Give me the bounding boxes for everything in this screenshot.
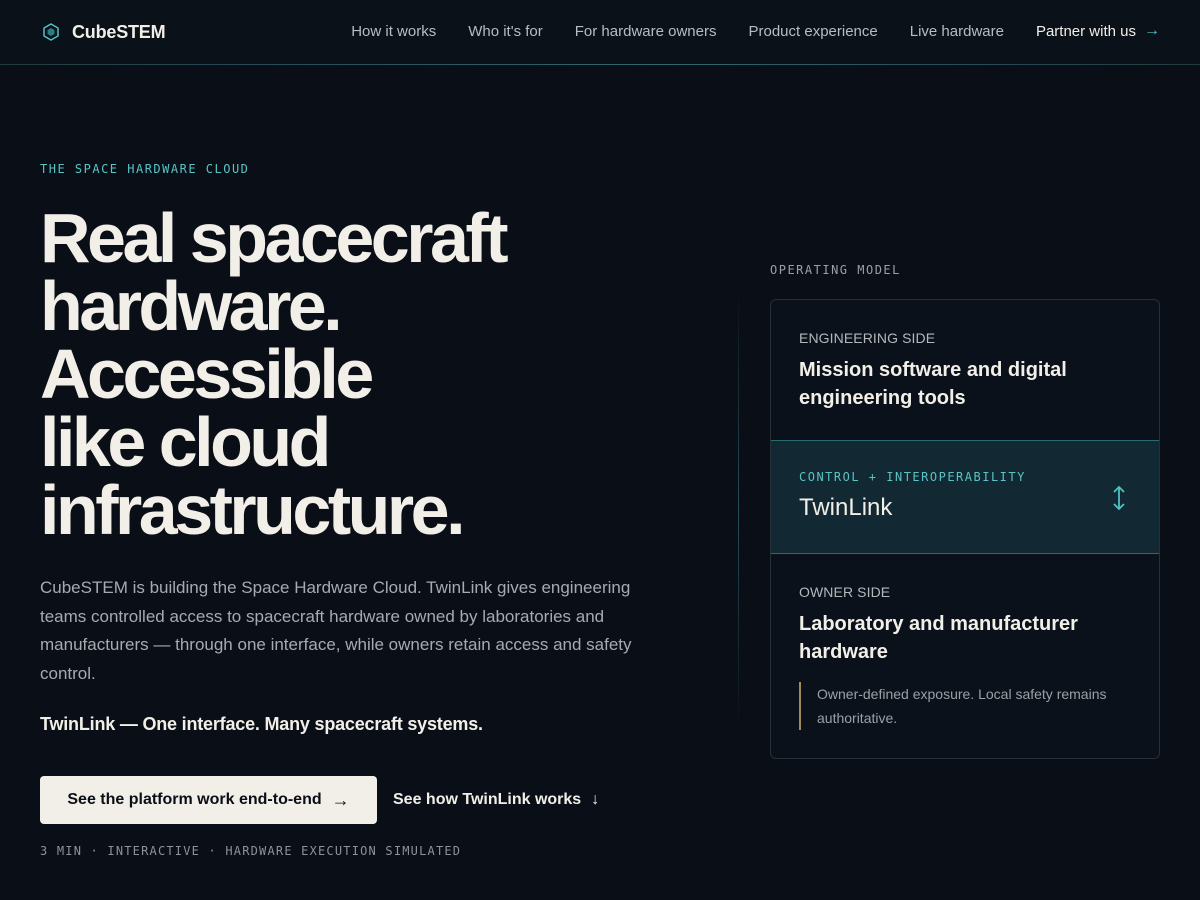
engineering-side-kicker: ENGINEERING SIDE [799,330,936,346]
nav-link-product-experience[interactable]: Product experience [748,23,877,40]
engineering-side-section: ENGINEERING SIDE Mission software and di… [771,300,1159,441]
hero-description: CubeSTEM is building the Space Hardware … [40,578,632,683]
hero-meta: 3 MIN · INTERACTIVE · HARDWARE EXECUTION… [40,844,462,858]
hero-headline: Real spacecraft hardware. Accessible lik… [40,199,680,549]
owner-side-title: Laboratory and manufacturer hardware [799,613,1078,663]
headline-line: hardware. [40,267,343,345]
arrow-right-icon: → [331,789,350,810]
owner-safety-note: Owner-defined exposure. Local safety rem… [799,682,1129,730]
arrow-right-icon: → [1144,22,1160,39]
nav-link-live-hardware[interactable]: Live hardware [910,23,1004,40]
brand-name: CubeSTEM [72,21,166,42]
partner-with-us-label: Partner with us [1035,22,1136,40]
cube-icon [43,23,59,41]
operating-model-label: OPERATING MODEL [770,263,901,277]
nav-link-hardware-owners[interactable]: For hardware owners [575,23,717,40]
see-how-twinlink-label: See how TwinLink works [393,791,582,808]
hero-tagline: TwinLink — One interface. Many spacecraf… [40,714,483,734]
twinlink-title: TwinLink [799,494,893,521]
partner-with-us-link[interactable]: Partner with us → [1036,22,1160,40]
see-how-twinlink-works-link[interactable]: See how TwinLink works ↓ [393,776,599,824]
hero-eyebrow: THE SPACE HARDWARE CLOUD [40,162,250,176]
vertical-divider [738,290,739,730]
arrow-down-icon: ↓ [591,791,600,808]
bidirectional-arrow-icon [1113,485,1125,511]
headline-line: Accessible [40,335,374,413]
nav-link-how-it-works[interactable]: How it works [351,23,436,40]
operating-model-card: ENGINEERING SIDE Mission software and di… [770,299,1160,759]
twinlink-section: CONTROL + INTEROPERABILITY TwinLink [771,441,1159,554]
headline-line: like cloud [40,403,331,481]
brand-logo[interactable]: CubeSTEM [40,20,166,44]
see-platform-label: See the platform work end-to-end [67,791,322,808]
nav-link-who-its-for[interactable]: Who it's for [468,23,543,40]
owner-side-section: OWNER SIDE Laboratory and manufacturer h… [771,554,1159,758]
top-navigation: CubeSTEM How it works Who it's for For h… [0,0,1200,65]
twinlink-kicker: CONTROL + INTEROPERABILITY [799,470,1026,484]
see-platform-button[interactable]: See the platform work end-to-end → [40,776,377,824]
owner-side-kicker: OWNER SIDE [799,584,891,600]
headline-line: infrastructure. [40,471,466,549]
headline-line: Real spacecraft [40,199,509,277]
nav-links: How it works Who it's for For hardware o… [319,22,1160,40]
engineering-side-title: Mission software and digital engineering… [799,359,1067,409]
